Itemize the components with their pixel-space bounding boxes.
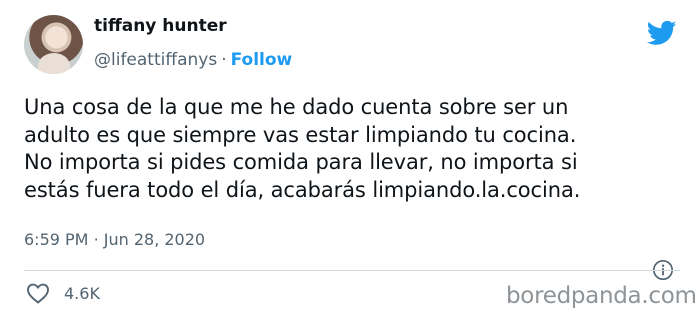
heart-icon[interactable] — [26, 282, 50, 304]
boredpanda-watermark: boredpanda.com — [506, 283, 697, 309]
like-action[interactable]: 4.6K — [26, 282, 100, 304]
tweet-timestamp[interactable]: 6:59 PM · Jun 28, 2020 — [24, 230, 205, 249]
twitter-bird-icon[interactable] — [645, 18, 679, 48]
tweet-date[interactable]: Jun 28, 2020 — [104, 230, 205, 249]
like-count: 4.6K — [64, 283, 100, 303]
handle-row: @lifeattiffanys · Follow — [94, 50, 292, 70]
follow-button[interactable]: Follow — [231, 50, 293, 70]
handle-separator: · — [221, 50, 227, 70]
author-name[interactable]: tiffany hunter — [94, 16, 227, 36]
tweet-time[interactable]: 6:59 PM — [24, 230, 88, 249]
timestamp-separator: · — [93, 230, 99, 249]
author-handle[interactable]: @lifeattiffanys — [94, 50, 217, 70]
tweet-text: Una cosa de la que me he dado cuenta sob… — [24, 95, 581, 202]
divider — [24, 270, 680, 271]
avatar[interactable] — [24, 15, 83, 74]
